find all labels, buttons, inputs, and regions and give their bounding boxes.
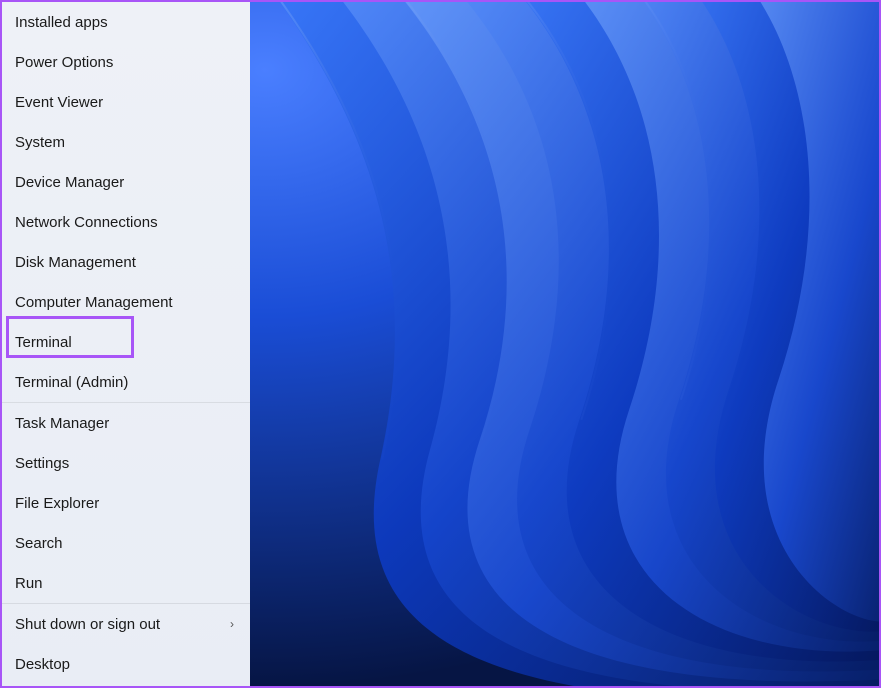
menu-item-label: File Explorer bbox=[15, 495, 99, 512]
menu-item-label: Terminal (Admin) bbox=[15, 374, 128, 391]
menu-item-file-explorer[interactable]: File Explorer bbox=[2, 483, 250, 523]
menu-item-label: Device Manager bbox=[15, 174, 124, 191]
menu-item-label: Installed apps bbox=[15, 14, 108, 31]
menu-item-installed-apps[interactable]: Installed apps bbox=[2, 2, 250, 42]
menu-item-label: Disk Management bbox=[15, 254, 136, 271]
menu-item-label: Desktop bbox=[15, 656, 70, 673]
menu-item-label: Terminal bbox=[15, 334, 72, 351]
menu-item-settings[interactable]: Settings bbox=[2, 443, 250, 483]
menu-item-label: Power Options bbox=[15, 54, 113, 71]
menu-item-label: Event Viewer bbox=[15, 94, 103, 111]
menu-item-label: Shut down or sign out bbox=[15, 616, 160, 633]
menu-item-network-connections[interactable]: Network Connections bbox=[2, 202, 250, 242]
menu-item-device-manager[interactable]: Device Manager bbox=[2, 162, 250, 202]
menu-item-label: System bbox=[15, 134, 65, 151]
menu-item-desktop[interactable]: Desktop bbox=[2, 644, 250, 684]
menu-item-computer-management[interactable]: Computer Management bbox=[2, 282, 250, 322]
menu-item-terminal[interactable]: Terminal bbox=[2, 322, 250, 362]
menu-item-disk-management[interactable]: Disk Management bbox=[2, 242, 250, 282]
menu-item-terminal-admin[interactable]: Terminal (Admin) bbox=[2, 362, 250, 402]
menu-item-system[interactable]: System bbox=[2, 122, 250, 162]
menu-item-shut-down-or-sign-out[interactable]: Shut down or sign out › bbox=[2, 604, 250, 644]
menu-item-search[interactable]: Search bbox=[2, 523, 250, 563]
menu-item-power-options[interactable]: Power Options bbox=[2, 42, 250, 82]
menu-item-label: Computer Management bbox=[15, 294, 173, 311]
menu-item-run[interactable]: Run bbox=[2, 563, 250, 603]
menu-item-label: Task Manager bbox=[15, 415, 109, 432]
menu-item-event-viewer[interactable]: Event Viewer bbox=[2, 82, 250, 122]
menu-item-task-manager[interactable]: Task Manager bbox=[2, 403, 250, 443]
menu-item-label: Network Connections bbox=[15, 214, 158, 231]
menu-item-label: Search bbox=[15, 535, 63, 552]
winx-power-user-menu: Installed apps Power Options Event Viewe… bbox=[2, 2, 250, 686]
menu-item-label: Settings bbox=[15, 455, 69, 472]
menu-item-label: Run bbox=[15, 575, 43, 592]
chevron-right-icon: › bbox=[230, 617, 234, 631]
